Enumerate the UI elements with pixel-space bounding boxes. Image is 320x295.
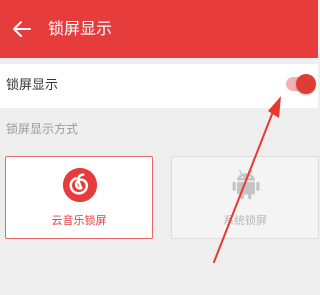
system-lockscreen-option[interactable]: 系统锁屏 <box>171 156 319 239</box>
netease-cloud-music-icon <box>62 167 98 203</box>
cloud-music-lockscreen-label: 云音乐锁屏 <box>51 214 107 227</box>
switch-knob <box>296 74 316 94</box>
arrow-left-icon[interactable] <box>10 17 34 41</box>
system-lockscreen-label: 系统锁屏 <box>223 214 267 227</box>
lockscreen-toggle-label: 锁屏显示 <box>6 78 59 93</box>
lockscreen-toggle-switch[interactable] <box>286 73 320 95</box>
android-robot-icon <box>232 169 260 200</box>
lockscreen-toggle-row[interactable]: 锁屏显示 <box>0 64 318 108</box>
cloud-music-lockscreen-option[interactable]: 云音乐锁屏 <box>5 156 153 239</box>
page-title: 锁屏显示 <box>48 19 113 38</box>
app-header: 锁屏显示 <box>0 0 318 58</box>
display-mode-section-label: 锁屏显示方式 <box>6 122 79 136</box>
